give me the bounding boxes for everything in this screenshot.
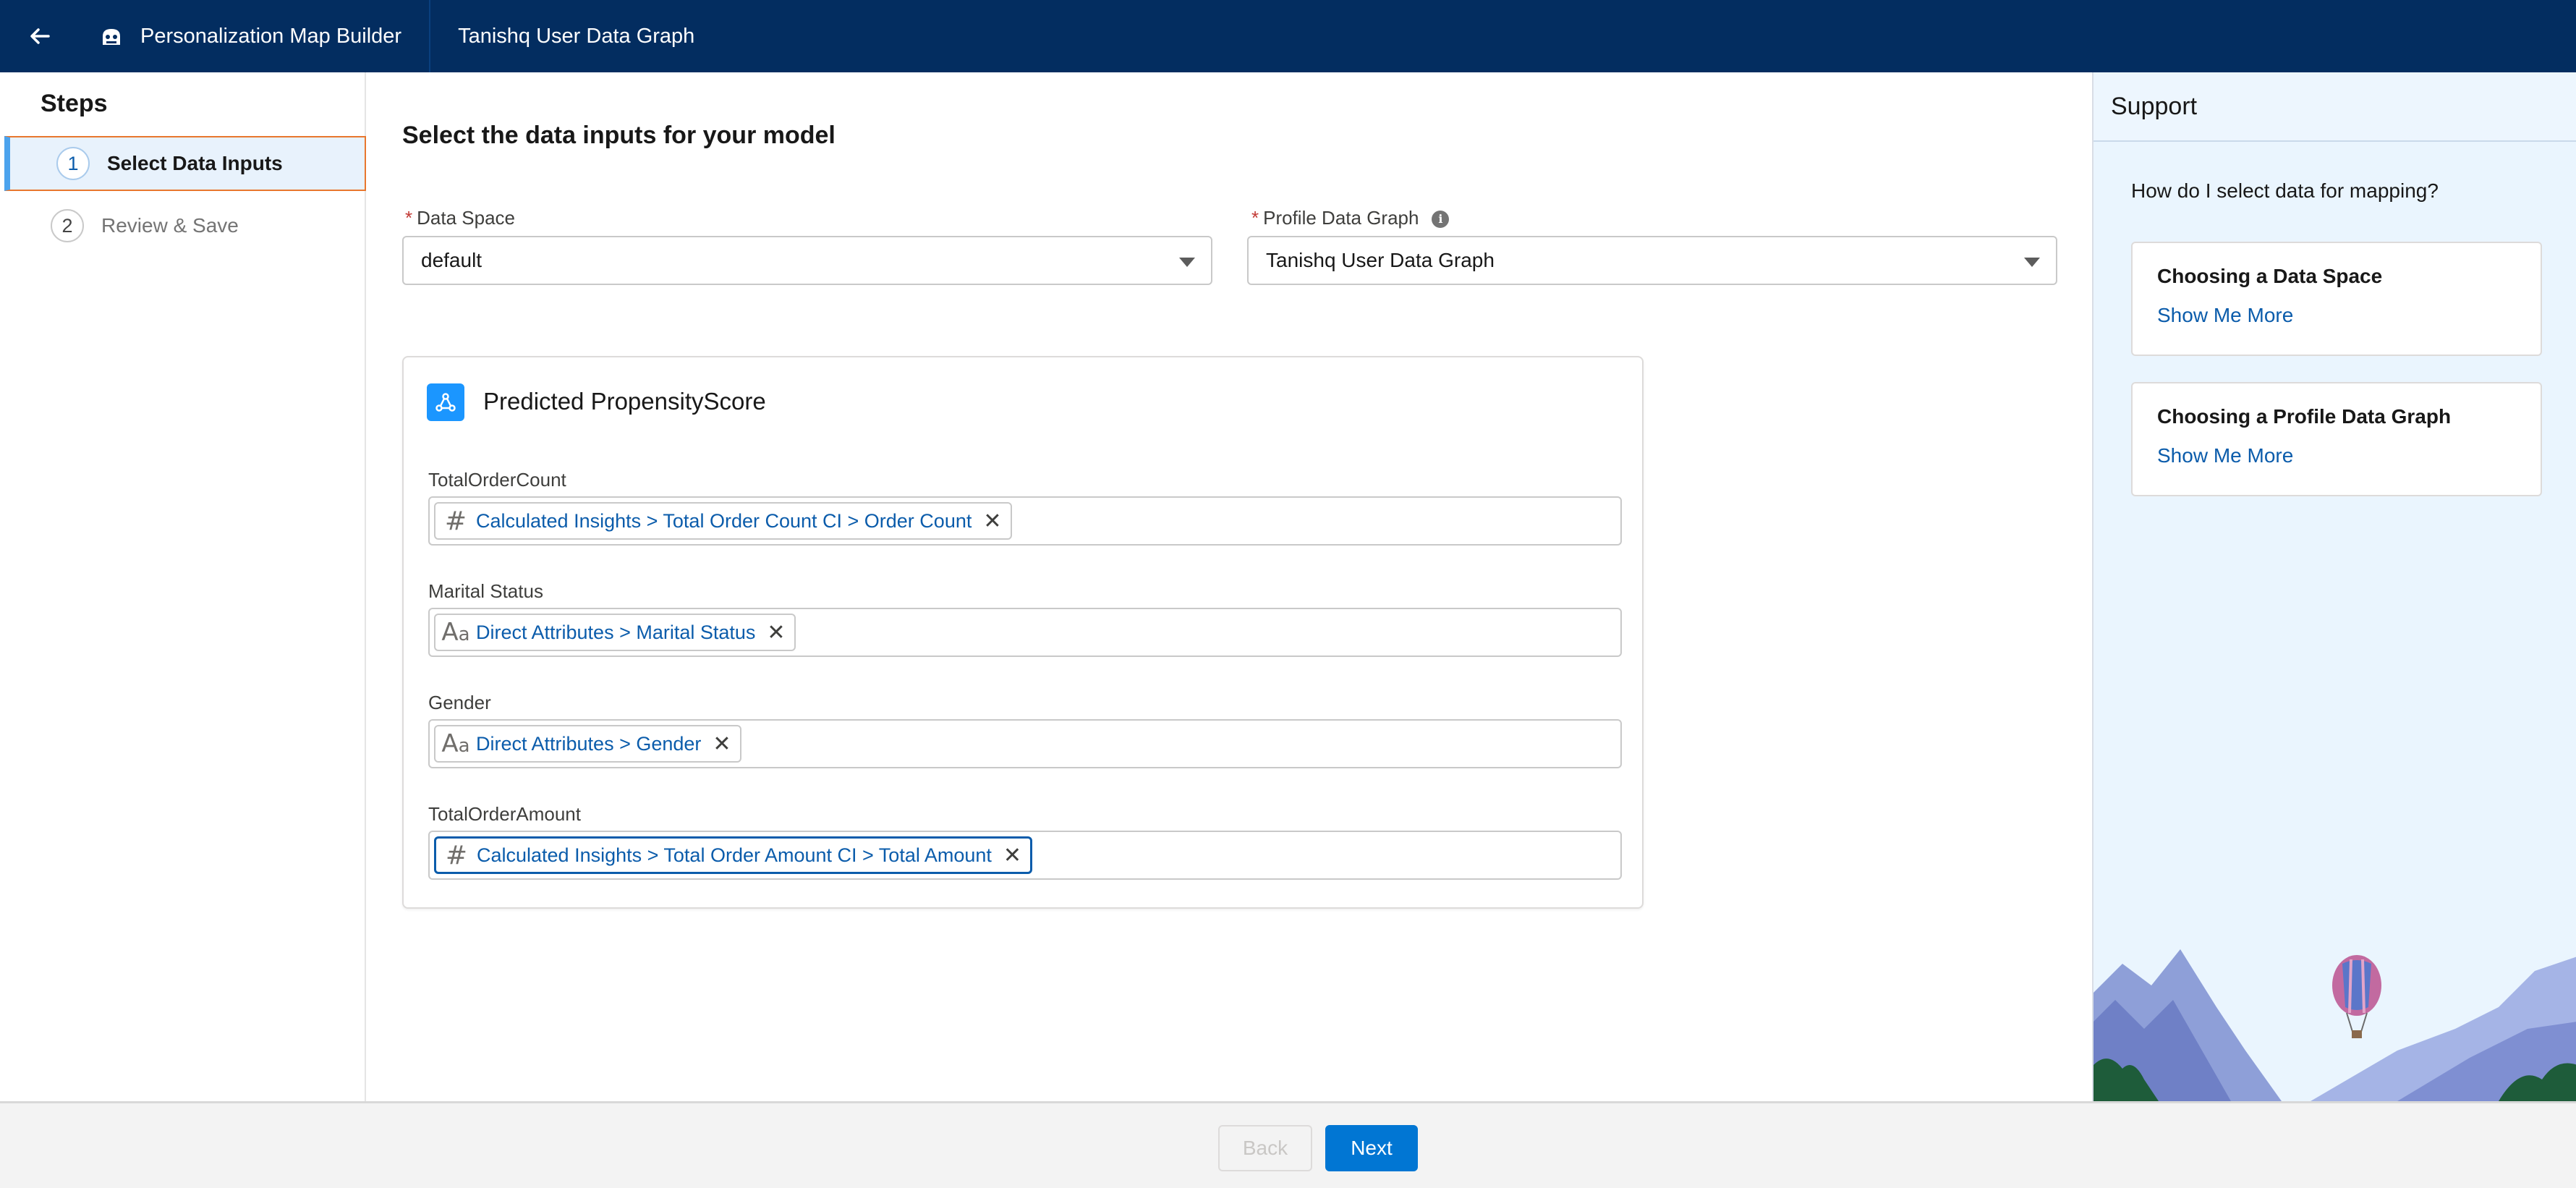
- profile-graph-label: * Profile Data Graph i: [1251, 207, 1450, 229]
- chevron-down-icon: [1179, 258, 1195, 267]
- mountain-balloon-illustration: [2093, 949, 2576, 1101]
- input-field-total-order-count[interactable]: # Calculated Insights > Total Order Coun…: [428, 496, 1622, 546]
- input-label-marital-status: Marital Status: [428, 580, 543, 602]
- required-marker: *: [1251, 207, 1259, 229]
- support-question: How do I select data for mapping?: [2131, 179, 2439, 202]
- personalization-app-icon: [103, 29, 120, 45]
- step-review-save[interactable]: 2 Review & Save: [4, 198, 366, 253]
- number-type-icon: #: [444, 506, 467, 536]
- step-label: Review & Save: [101, 214, 239, 237]
- info-icon[interactable]: i: [1432, 211, 1450, 229]
- remove-icon[interactable]: ✕: [713, 731, 731, 757]
- input-label-gender: Gender: [428, 692, 491, 713]
- selected-attribute-pill[interactable]: Aa Direct Attributes > Gender ✕: [434, 725, 741, 763]
- step-select-data-inputs[interactable]: 1 Select Data Inputs: [4, 136, 366, 191]
- input-field-total-order-amount[interactable]: # Calculated Insights > Total Order Amou…: [428, 831, 1622, 880]
- help-card-title: Choosing a Data Space: [2157, 265, 2383, 287]
- remove-icon[interactable]: ✕: [983, 509, 1001, 534]
- pill-label: Direct Attributes > Marital Status: [476, 621, 756, 643]
- input-label-total-order-count: TotalOrderCount: [428, 469, 566, 491]
- model-icon: [427, 383, 464, 421]
- main-content: Select the data inputs for your model * D…: [367, 72, 2092, 1101]
- step-label: Select Data Inputs: [107, 152, 283, 174]
- show-me-more-link[interactable]: Show Me More: [2157, 304, 2293, 327]
- profile-graph-select[interactable]: Tanishq User Data Graph: [1247, 236, 2057, 285]
- app-title: Personalization Map Builder: [140, 24, 402, 48]
- help-card-title: Choosing a Profile Data Graph: [2157, 405, 2452, 428]
- data-space-label: * Data Space: [405, 207, 515, 229]
- text-type-icon: Aa: [441, 618, 470, 647]
- selected-attribute-pill[interactable]: # Calculated Insights > Total Order Coun…: [434, 502, 1012, 540]
- pill-label: Calculated Insights > Total Order Count …: [476, 509, 972, 532]
- back-button[interactable]: Back: [1218, 1125, 1312, 1171]
- input-field-marital-status[interactable]: Aa Direct Attributes > Marital Status ✕: [428, 608, 1622, 657]
- help-card-profile-graph: Choosing a Profile Data Graph Show Me Mo…: [2131, 382, 2542, 496]
- support-heading: Support: [2093, 72, 2576, 142]
- help-card-data-space: Choosing a Data Space Show Me More: [2131, 242, 2542, 356]
- number-type-icon: #: [445, 840, 468, 870]
- pill-label: Calculated Insights > Total Order Amount…: [477, 844, 992, 866]
- page-title: Select the data inputs for your model: [402, 122, 836, 149]
- steps-panel: Steps 1 Select Data Inputs 2 Review & Sa…: [0, 72, 366, 1101]
- back-arrow-icon: [30, 28, 50, 44]
- next-button[interactable]: Next: [1325, 1125, 1418, 1171]
- text-type-icon: Aa: [441, 729, 470, 758]
- profile-graph-value: Tanishq User Data Graph: [1266, 249, 1495, 271]
- step-number: 2: [51, 209, 84, 242]
- required-marker: *: [405, 207, 413, 229]
- card-title: Predicted PropensityScore: [483, 388, 766, 415]
- input-field-gender[interactable]: Aa Direct Attributes > Gender ✕: [428, 719, 1622, 768]
- app-header: Personalization Map Builder Tanishq User…: [0, 0, 2576, 72]
- data-space-value: default: [421, 249, 483, 271]
- back-arrow-button[interactable]: [0, 0, 80, 72]
- steps-heading: Steps: [41, 90, 108, 117]
- chevron-down-icon: [2024, 258, 2040, 267]
- input-label-total-order-amount: TotalOrderAmount: [428, 803, 581, 825]
- show-me-more-link[interactable]: Show Me More: [2157, 444, 2293, 467]
- selected-attribute-pill[interactable]: # Calculated Insights > Total Order Amou…: [434, 836, 1033, 874]
- selected-attribute-pill[interactable]: Aa Direct Attributes > Marital Status ✕: [434, 614, 796, 651]
- graph-title: Tanishq User Data Graph: [458, 24, 695, 48]
- step-number: 1: [56, 147, 90, 180]
- remove-icon[interactable]: ✕: [1003, 843, 1021, 868]
- model-input-card: Predicted PropensityScore TotalOrderCoun…: [402, 356, 1644, 909]
- pill-label: Direct Attributes > Gender: [476, 732, 702, 755]
- footer-bar: Back Next: [0, 1101, 2576, 1188]
- remove-icon[interactable]: ✕: [767, 620, 785, 645]
- support-panel: Support How do I select data for mapping…: [2092, 72, 2576, 1101]
- data-space-select[interactable]: default: [402, 236, 1212, 285]
- header-divider: [429, 0, 431, 72]
